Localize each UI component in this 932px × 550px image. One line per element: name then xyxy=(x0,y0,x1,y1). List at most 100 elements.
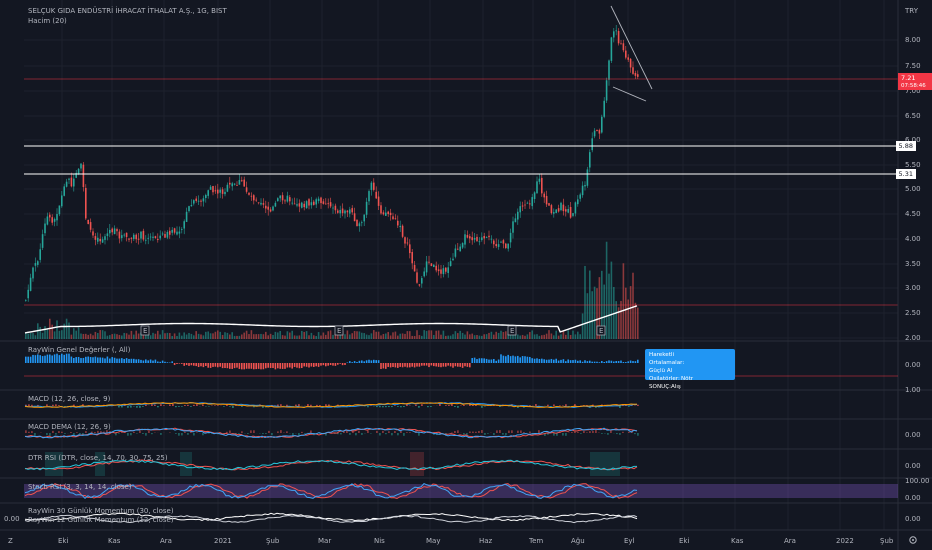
indicator-title-momentum-12[interactable]: RayWin 12 Günlük Momentum (12, close) xyxy=(28,516,174,524)
macd-dema-hist-bar xyxy=(472,431,474,433)
macd-hist-bar xyxy=(394,405,396,406)
indicator-title-raywin[interactable]: RayWin Genel Değerler (, All) xyxy=(28,346,131,354)
earnings-marker[interactable]: E xyxy=(143,327,147,335)
candle-body xyxy=(353,213,356,222)
volume-bar xyxy=(365,334,368,339)
pane-separators[interactable] xyxy=(0,0,932,550)
indicator-title-rsi[interactable]: DTR RSI (DTR, close, 14, 70, 30, 75, 25) xyxy=(28,454,168,462)
volume-bar xyxy=(637,307,639,339)
volume-bar xyxy=(584,265,586,339)
candle-body xyxy=(529,203,531,205)
raywin-bar xyxy=(61,353,63,363)
volume-bar xyxy=(310,332,313,339)
raywin-bar xyxy=(65,353,68,363)
raywin-bar xyxy=(452,363,454,368)
candle-body xyxy=(130,237,133,239)
signal-tooltip[interactable]: Hareketli Ortalamalar: Güçlü Al Osilatörl… xyxy=(645,349,735,390)
timezone-icon[interactable]: Z xyxy=(8,537,13,545)
raywin-bar xyxy=(250,363,253,369)
raywin-bar xyxy=(637,359,639,363)
macd-dema-hist-bar xyxy=(499,430,501,433)
raywin-bar xyxy=(82,357,85,363)
volume-bar xyxy=(97,333,99,339)
gear-icon[interactable] xyxy=(909,536,917,544)
raywin-bar xyxy=(500,354,502,363)
volume-bar xyxy=(517,334,519,339)
volume-bar xyxy=(581,313,584,339)
raywin-bar xyxy=(488,359,490,363)
macd-dema-hist-bar xyxy=(226,431,228,433)
symbol-title[interactable]: SELÇUK GIDA ENDÜSTRİ İHRACAT İTHALAT A.Ş… xyxy=(28,6,227,15)
candle-body xyxy=(229,182,231,185)
macd-dema-hist-bar xyxy=(574,431,576,433)
raywin-bar xyxy=(423,363,425,366)
macd-dema-hist-bar xyxy=(529,431,531,433)
raywin-bar xyxy=(272,363,274,369)
indicator-title-macd-dema[interactable]: MACD DEMA (12, 26, 9) xyxy=(28,423,111,431)
volume-bar xyxy=(478,335,481,339)
volume-bar xyxy=(541,335,543,339)
candle-body xyxy=(63,186,65,196)
trend-line-upper[interactable] xyxy=(610,5,653,90)
volume-bar xyxy=(173,333,176,339)
macd-dema-hist-bar xyxy=(496,430,498,433)
candle-body xyxy=(137,238,140,240)
candle-body xyxy=(29,277,32,291)
raywin-bar xyxy=(428,363,430,368)
macd-dema-hist-bar xyxy=(592,430,594,433)
macd-hist-bar xyxy=(385,406,387,408)
volume-bar xyxy=(481,335,483,339)
volume-bar xyxy=(231,332,233,339)
indicator-title-stoch[interactable]: Stoch RSI (3, 3, 14, 14, close) xyxy=(28,483,132,491)
raywin-bar xyxy=(577,360,579,363)
raywin-bar xyxy=(123,358,125,363)
raywin-bar xyxy=(598,362,601,363)
candle-body xyxy=(200,200,202,202)
candle-body xyxy=(485,237,488,238)
volume-bar xyxy=(337,335,339,339)
raywin-bar xyxy=(495,360,497,363)
candle-body xyxy=(464,234,466,245)
candle-body xyxy=(65,181,68,187)
volume-bar xyxy=(579,334,581,339)
volume-bar xyxy=(106,335,109,339)
macd-dema-hist-bar xyxy=(505,433,507,436)
time-axis[interactable]: Eki Kas Ara 2021 Şub Mar Nis May Haz Tem… xyxy=(58,537,894,545)
raywin-bar xyxy=(497,359,500,363)
earnings-marker[interactable]: E xyxy=(510,327,514,335)
candle-body xyxy=(183,221,185,229)
volume-bar xyxy=(495,331,497,339)
raywin-bar xyxy=(368,359,370,363)
last-price-tag[interactable]: 7.21 07:58:46 xyxy=(898,73,932,90)
volume-label[interactable]: Hacim (20) xyxy=(28,17,67,25)
candle-body xyxy=(406,242,409,244)
volume-bar xyxy=(205,331,207,339)
earnings-marker[interactable]: E xyxy=(599,327,603,335)
chart-canvas[interactable]: E E E E SELÇUK GIDA ENDÜSTRİ İHRACAT İTH… xyxy=(0,0,932,550)
raywin-bar xyxy=(99,357,101,363)
candlesticks[interactable] xyxy=(25,24,639,302)
macd-hist-bar xyxy=(376,406,378,408)
indicator-title-momentum-30[interactable]: RayWin 30 Günlük Momentum (30, close) xyxy=(28,507,174,515)
macd-dema-hist-bar xyxy=(406,432,408,433)
volume-bar xyxy=(464,334,466,339)
macd-dema-hist-bar xyxy=(520,430,522,433)
raywin-bar xyxy=(548,359,550,363)
candle-body xyxy=(473,237,476,240)
price-tick: 3.50 xyxy=(905,260,921,268)
volume-bar xyxy=(29,333,32,339)
candle-body xyxy=(111,228,113,233)
raywin-bar xyxy=(459,363,461,367)
earnings-marker[interactable]: E xyxy=(337,327,341,335)
level-tag-2[interactable]: 5.31 xyxy=(895,169,916,179)
raywin-bar xyxy=(457,363,459,367)
candle-body xyxy=(176,231,178,235)
volume-bar xyxy=(370,333,373,339)
level-tag-1[interactable]: 5.88 xyxy=(895,141,916,151)
volume-bar xyxy=(313,335,315,339)
macd-hist-bar xyxy=(172,404,174,406)
indicator-title-macd[interactable]: MACD (12, 26, close, 9) xyxy=(28,395,111,403)
volume-bar xyxy=(440,334,442,339)
trend-line-lower[interactable] xyxy=(612,86,647,102)
raywin-bar xyxy=(485,358,488,363)
